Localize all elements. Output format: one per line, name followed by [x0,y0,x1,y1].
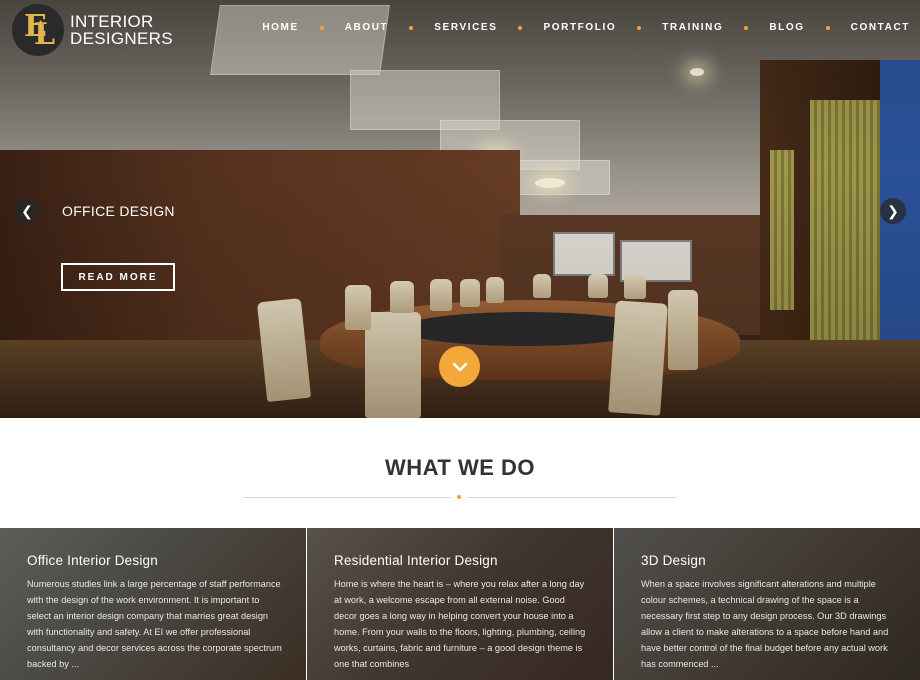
card-title: 3D Design [641,553,706,568]
nav-blog[interactable]: BLOG [769,22,804,33]
section-title: WHAT WE DO [384,455,535,480]
nav-separator [744,25,749,30]
read-more-button[interactable]: READ MORE [61,263,175,291]
nav-home[interactable]: HOME [262,22,298,33]
nav-separator [637,25,642,30]
nav-separator [319,25,324,30]
service-card-3d[interactable]: 3D Design When a space involves signific… [614,528,920,680]
service-card-residential[interactable]: Residential Interior Design Home is wher… [307,528,613,680]
scroll-down-button[interactable] [439,346,480,387]
nav-portfolio[interactable]: PORTFOLIO [543,22,616,33]
nav-services[interactable]: SERVICES [434,22,497,33]
chevron-right-icon: ❯ [887,202,899,219]
slide-title: OFFICE DESIGN [62,203,175,219]
logo-line-1: INTERIOR [70,12,154,31]
card-title: Residential Interior Design [334,553,498,568]
nav-separator [409,25,414,30]
logo-line-2: DESIGNERS [70,29,173,48]
site-logo[interactable]: E L INTERIOR DESIGNERS [12,4,173,56]
divider-right [467,497,676,498]
card-title: Office Interior Design [27,553,158,568]
card-text: Numerous studies link a large percentage… [27,579,282,669]
nav-separator [825,25,830,30]
nav-separator [518,25,523,30]
card-text: Home is where the heart is – where you r… [334,579,586,669]
chevron-down-icon [452,362,467,371]
logo-text: INTERIOR DESIGNERS [70,13,173,47]
service-card-office[interactable]: Office Interior Design Numerous studies … [0,528,306,680]
logo-monogram: E L [12,4,64,56]
main-nav: HOME ABOUT SERVICES PORTFOLIO TRAINING B… [262,22,910,33]
logo-letter-l: L [34,17,56,52]
slider-prev-button[interactable]: ❮ [14,198,40,224]
divider-dot [457,495,461,499]
divider-left [243,497,451,498]
slider-next-button[interactable]: ❯ [880,198,906,224]
chevron-left-icon: ❮ [21,202,33,219]
nav-training[interactable]: TRAINING [662,22,723,33]
card-text: When a space involves significant altera… [641,579,889,669]
nav-about[interactable]: ABOUT [345,22,389,33]
nav-contact[interactable]: CONTACT [851,22,910,33]
hero-slider: E L INTERIOR DESIGNERS HOME ABOUT SERVIC… [0,0,920,418]
